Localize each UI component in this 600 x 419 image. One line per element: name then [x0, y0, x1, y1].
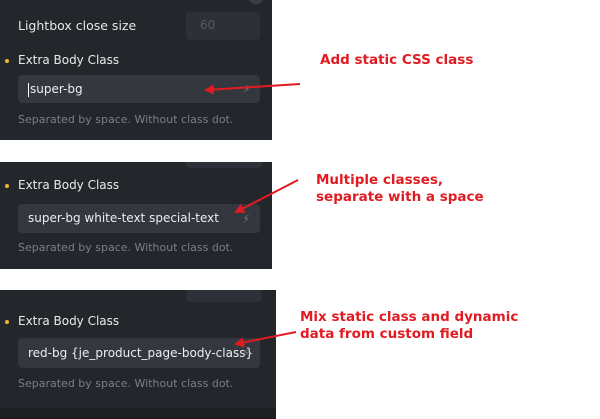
arrow-1	[204, 83, 301, 95]
annotation-arrows	[204, 83, 301, 348]
arrow-2	[234, 179, 299, 213]
arrow-3	[234, 331, 297, 348]
